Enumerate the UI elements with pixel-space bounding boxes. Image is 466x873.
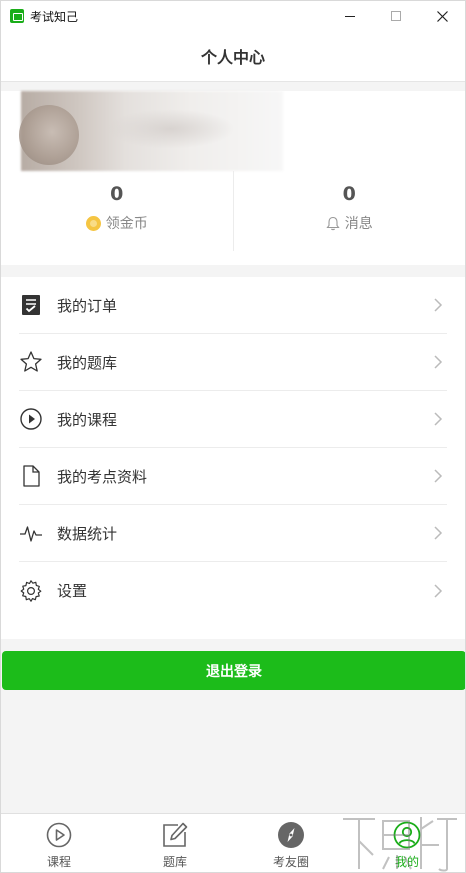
- stat-messages[interactable]: 0 消息: [232, 171, 466, 251]
- bottom-nav: 课程 题库 考友圈 我的: [1, 813, 465, 872]
- profile-card: 0 领金币 0 消息: [1, 91, 465, 265]
- page-title: 个人中心: [1, 31, 465, 82]
- username-blurred: [105, 109, 235, 149]
- tab-courses[interactable]: 课程: [1, 814, 117, 872]
- maximize-button[interactable]: [373, 1, 419, 31]
- star-icon: [20, 351, 42, 372]
- messages-count: 0: [342, 183, 356, 205]
- window-controls: [327, 1, 465, 31]
- tab-label: 考友圈: [272, 855, 309, 869]
- tab-label: 题库: [162, 855, 187, 869]
- user-icon: [393, 821, 421, 849]
- menu-item-statistics[interactable]: 数据统计: [19, 505, 447, 562]
- chevron-right-icon: [434, 583, 443, 598]
- tab-label: 我的: [394, 855, 419, 869]
- menu-item-courses[interactable]: 我的课程: [19, 391, 447, 448]
- menu-item-settings[interactable]: 设置: [19, 562, 447, 619]
- logout-button[interactable]: 退出登录: [2, 651, 465, 690]
- close-button[interactable]: [419, 1, 465, 31]
- play-circle-icon: [46, 822, 72, 848]
- bell-icon: [326, 216, 340, 230]
- app-logo-icon: [10, 9, 24, 23]
- app-window: 考试知己 个人中心 0 领金币 0 消息 我的订单 我的题库 我的课程 我的考点…: [0, 0, 466, 873]
- menu-item-orders[interactable]: 我的订单: [19, 277, 447, 334]
- window-title: 考试知己: [30, 9, 79, 24]
- minimize-button[interactable]: [327, 1, 373, 31]
- title-bar: 考试知己: [1, 1, 465, 31]
- menu-item-question-bank[interactable]: 我的题库: [19, 334, 447, 391]
- chevron-right-icon: [434, 469, 443, 483]
- tab-community[interactable]: 考友圈: [233, 814, 349, 872]
- edit-icon: [163, 822, 188, 847]
- chevron-right-icon: [434, 355, 443, 369]
- avatar[interactable]: [19, 105, 79, 165]
- minimize-icon: [345, 15, 355, 17]
- gear-icon: [20, 579, 42, 602]
- tab-me[interactable]: 我的: [349, 814, 465, 872]
- menu-item-label: 数据统计: [57, 524, 118, 543]
- menu-item-label: 我的订单: [57, 296, 118, 315]
- chevron-right-icon: [434, 298, 443, 312]
- pulse-icon: [20, 526, 42, 542]
- menu-item-label: 我的考点资料: [57, 467, 148, 486]
- document-icon: [23, 465, 40, 487]
- compass-icon: [278, 822, 304, 848]
- tab-label: 课程: [46, 855, 71, 869]
- play-circle-icon: [20, 408, 42, 430]
- menu-item-materials[interactable]: 我的考点资料: [19, 448, 447, 505]
- stat-coins[interactable]: 0 领金币: [1, 171, 233, 251]
- menu-item-label: 设置: [57, 582, 88, 600]
- chevron-right-icon: [434, 412, 443, 426]
- coins-label-row: 领金币: [1, 213, 233, 233]
- close-icon: [436, 10, 448, 22]
- messages-label: 消息: [344, 216, 373, 232]
- maximize-icon: [391, 11, 401, 21]
- menu-list: 我的订单 我的题库 我的课程 我的考点资料 数据统计 设置: [1, 277, 465, 639]
- chevron-right-icon: [434, 526, 443, 540]
- tab-question-bank[interactable]: 题库: [117, 814, 233, 872]
- coins-label: 领金币: [105, 216, 148, 232]
- coins-count: 0: [110, 183, 124, 205]
- order-list-icon: [22, 295, 40, 315]
- messages-label-row: 消息: [234, 213, 466, 233]
- menu-item-label: 我的题库: [57, 353, 118, 372]
- profile-stats: 0 领金币 0 消息: [1, 171, 465, 251]
- coin-icon: [85, 215, 101, 231]
- menu-item-label: 我的课程: [57, 410, 118, 429]
